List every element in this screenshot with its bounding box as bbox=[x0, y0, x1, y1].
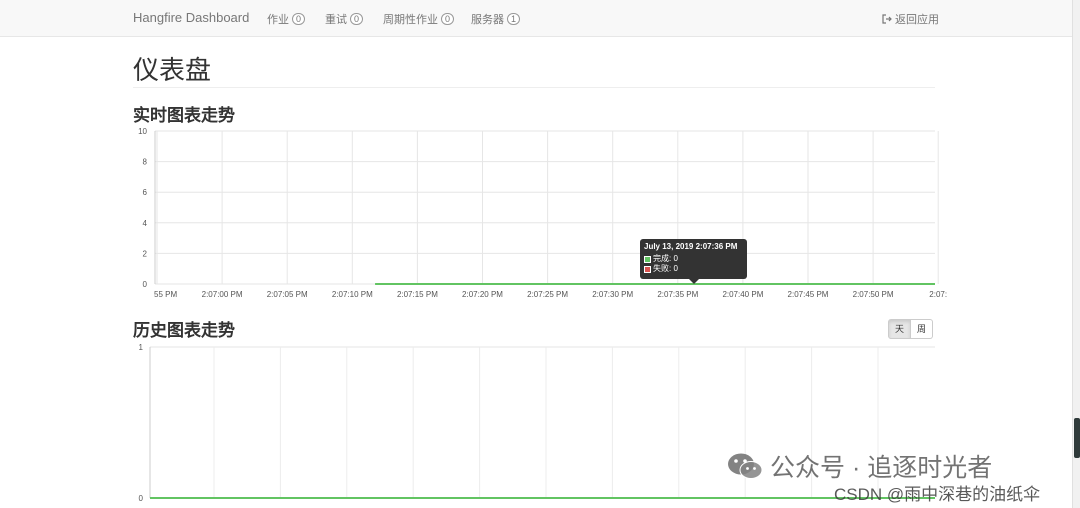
tooltip-title: July 13, 2019 2:07:36 PM bbox=[644, 242, 738, 251]
y-tick-label: 0 bbox=[139, 494, 144, 503]
chart-tooltip: July 13, 2019 2:07:36 PM 完成: 0 失败: 0 bbox=[640, 239, 747, 284]
y-tick-label: 1 bbox=[139, 343, 144, 352]
succeeded-swatch bbox=[644, 255, 651, 263]
tooltip-row-label: 完成: 0 bbox=[653, 254, 678, 263]
history-chart: 01 bbox=[139, 343, 935, 503]
tooltip-row-succeeded: 完成: 0 bbox=[644, 254, 743, 264]
tooltip-row-label: 失败: 0 bbox=[653, 264, 678, 273]
failed-swatch bbox=[644, 265, 651, 273]
tooltip-row-failed: 失败: 0 bbox=[644, 264, 743, 274]
